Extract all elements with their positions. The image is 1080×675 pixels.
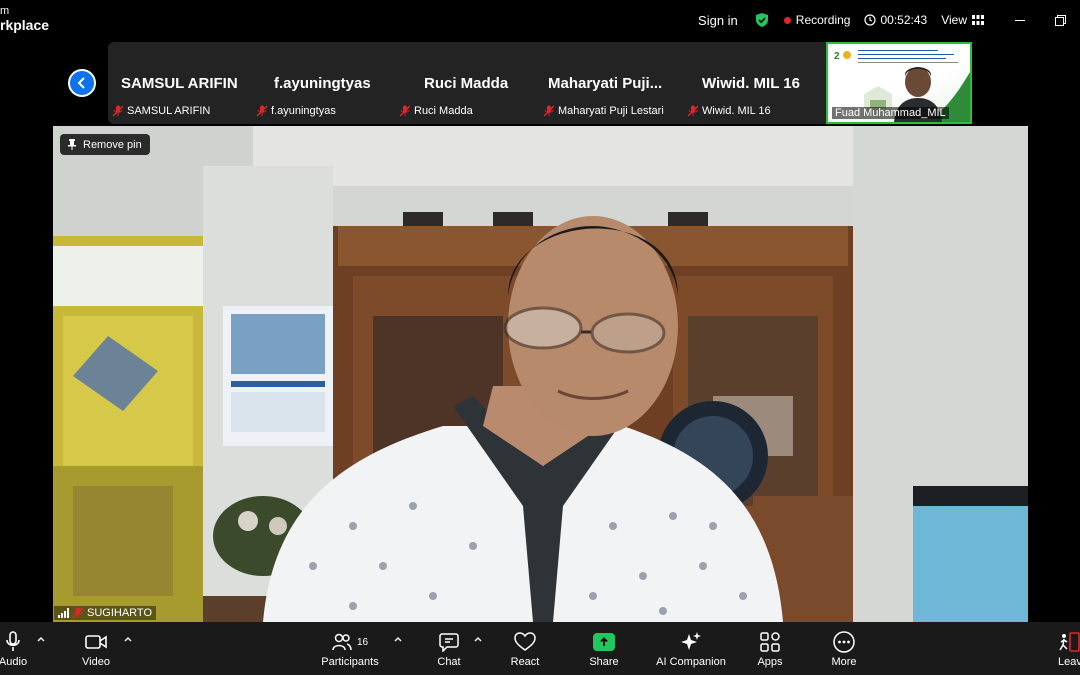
participant-label-text: SAMSUL ARIFIN — [127, 105, 211, 117]
apps-label: Apps — [757, 656, 783, 668]
meeting-toolbar: Audio Video 16 Participants Chat React S… — [0, 622, 1080, 675]
svg-text:2: 2 — [834, 51, 840, 62]
mic-muted-icon — [73, 607, 83, 619]
participant-name: Wiwid. MIL 16 — [702, 75, 800, 92]
video-button[interactable]: Video — [78, 622, 114, 675]
more-button[interactable]: More — [828, 622, 860, 675]
recording-indicator[interactable]: Recording — [783, 13, 851, 27]
strip-back-button[interactable] — [68, 69, 96, 97]
active-speaker-thumbnail[interactable]: 2 Fuad Muhammad_MIL — [826, 42, 972, 124]
react-button[interactable]: React — [508, 622, 542, 675]
participant-tile[interactable]: Maharyati Puji... Maharyati Puji Lestari — [539, 42, 682, 124]
leave-door-icon — [1059, 632, 1080, 652]
leave-button[interactable]: Leave — [1052, 622, 1080, 675]
speaker-name: SUGIHARTO — [87, 607, 152, 619]
chat-bubble-icon — [439, 633, 459, 652]
minimize-icon — [1015, 19, 1025, 21]
participant-label: Maharyati Puji Lestari — [544, 105, 664, 117]
thumbnail-name-label: Fuad Muhammad_MIL — [832, 107, 949, 119]
ai-companion-button[interactable]: AI Companion — [652, 622, 730, 675]
audio-button[interactable]: Audio — [0, 622, 30, 675]
participants-label: Participants — [321, 656, 379, 668]
apps-icon — [760, 632, 780, 652]
react-label: React — [510, 656, 540, 668]
remove-pin-button[interactable]: Remove pin — [60, 134, 150, 155]
microphone-icon — [6, 631, 20, 651]
speaker-name-label: SUGIHARTO — [54, 606, 156, 620]
participant-label: SAMSUL ARIFIN — [113, 105, 210, 117]
clock-icon — [864, 14, 877, 26]
participant-name: Ruci Madda — [424, 75, 509, 92]
participant-name: f.ayuningtyas — [274, 75, 371, 92]
participant-label: Wiwid. MIL 16 — [688, 105, 771, 117]
participant-tile[interactable]: Ruci Madda Ruci Madda — [395, 42, 538, 124]
mic-muted-icon — [257, 105, 267, 117]
timer-value: 00:52:43 — [880, 13, 928, 27]
remove-pin-label: Remove pin — [83, 138, 142, 151]
brand-line-2: rkplace — [0, 17, 50, 33]
participant-label: f.ayuningtyas — [257, 105, 336, 117]
video-options-chevron-icon[interactable] — [124, 636, 132, 642]
restore-icon — [1054, 14, 1066, 26]
grid-view-icon — [972, 15, 984, 25]
participant-label: Ruci Madda — [400, 105, 473, 117]
video-label: Video — [82, 656, 110, 668]
mic-muted-icon — [400, 105, 410, 117]
participant-name: Maharyati Puji... — [548, 75, 663, 92]
brand-line-1: m — [0, 5, 10, 17]
speaker-video-icon — [53, 126, 1028, 622]
pin-icon — [68, 139, 76, 150]
view-label: View — [941, 13, 967, 27]
participants-count: 16 — [356, 636, 369, 648]
shield-check-icon[interactable] — [754, 12, 770, 28]
apps-button[interactable]: Apps — [754, 622, 786, 675]
mic-muted-icon — [544, 105, 554, 117]
sign-in-link[interactable]: Sign in — [698, 13, 738, 28]
video-camera-icon — [85, 635, 107, 649]
more-options-icon — [833, 631, 855, 653]
event-logo-icon: 2 — [834, 51, 851, 62]
top-bar: m rkplace Sign in Recording 00:52:43 Vie… — [0, 0, 1080, 40]
ai-companion-label: AI Companion — [656, 656, 726, 668]
chat-options-chevron-icon[interactable] — [474, 636, 482, 642]
share-button[interactable]: Share — [587, 622, 621, 675]
chat-label: Chat — [437, 656, 461, 668]
audio-label: Audio — [0, 656, 28, 668]
app-brand: m rkplace — [0, 4, 49, 32]
meeting-timer: 00:52:43 — [864, 13, 927, 27]
participant-name: SAMSUL ARIFIN — [121, 75, 238, 92]
mic-muted-icon — [688, 105, 698, 117]
heart-icon — [514, 632, 536, 651]
participant-label-text: Maharyati Puji Lestari — [558, 105, 664, 117]
participant-label-text: Ruci Madda — [414, 105, 473, 117]
participant-label-text: f.ayuningtyas — [271, 105, 336, 117]
ai-sparkle-icon — [681, 632, 701, 650]
minimize-button[interactable] — [1000, 0, 1040, 40]
leave-label: Leave — [1058, 656, 1080, 668]
mic-muted-icon — [113, 105, 123, 117]
more-label: More — [831, 656, 857, 668]
participant-label-text: Wiwid. MIL 16 — [702, 105, 771, 117]
participants-icon — [332, 633, 352, 651]
recording-label: Recording — [795, 13, 851, 27]
recording-dot-icon — [783, 16, 791, 24]
participant-tile[interactable]: Wiwid. MIL 16 Wiwid. MIL 16 — [683, 42, 826, 124]
participants-options-chevron-icon[interactable] — [394, 636, 402, 642]
signal-strength-icon — [58, 608, 69, 618]
share-screen-icon — [593, 633, 615, 651]
audio-options-chevron-icon[interactable] — [37, 636, 45, 642]
participant-tile[interactable]: f.ayuningtyas f.ayuningtyas — [252, 42, 395, 124]
participant-tile[interactable]: SAMSUL ARIFIN SAMSUL ARIFIN — [108, 42, 251, 124]
chevron-left-icon — [77, 77, 85, 89]
participants-button[interactable]: 16 Participants — [318, 622, 382, 675]
restore-button[interactable] — [1040, 0, 1080, 40]
chat-button[interactable]: Chat — [434, 622, 464, 675]
view-button[interactable]: View — [941, 13, 984, 27]
share-label: Share — [589, 656, 619, 668]
main-video-feed[interactable] — [53, 126, 1028, 622]
